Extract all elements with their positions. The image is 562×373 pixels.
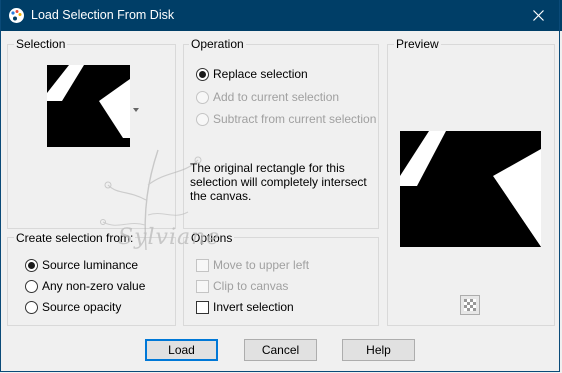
operation-group-label: Operation <box>189 37 246 51</box>
help-button[interactable]: Help <box>342 339 415 361</box>
selection-preview <box>400 131 541 247</box>
replace-selection-label: Replace selection <box>213 67 308 81</box>
radio-indicator <box>196 113 209 126</box>
palette-icon <box>8 7 25 24</box>
close-icon <box>533 10 544 21</box>
preview-group-label: Preview <box>394 37 441 51</box>
any-nonzero-value-label: Any non-zero value <box>42 279 146 293</box>
transparency-toggle-button[interactable] <box>460 295 480 315</box>
load-button[interactable]: Load <box>145 339 218 361</box>
checkbox-box <box>196 259 209 272</box>
selection-group-label: Selection <box>14 37 68 51</box>
radio-indicator <box>25 301 38 314</box>
radio-indicator <box>25 259 38 272</box>
watermark-text: Sylviane <box>118 225 221 250</box>
radio-indicator <box>196 68 209 81</box>
selection-thumbnail[interactable] <box>47 65 130 147</box>
checkerboard-icon <box>464 299 476 311</box>
radio-indicator <box>196 91 209 104</box>
window-title: Load Selection From Disk <box>31 8 175 22</box>
checkbox-box <box>196 301 209 314</box>
source-luminance-label: Source luminance <box>42 258 139 272</box>
invert-selection-label: Invert selection <box>213 300 294 314</box>
intersection-info-text: The original rectangle for this selectio… <box>190 161 367 203</box>
add-to-selection-label: Add to current selection <box>213 90 340 104</box>
source-opacity-label: Source opacity <box>42 300 122 314</box>
move-to-upper-left-label: Move to upper left <box>213 258 310 272</box>
title-bar: Load Selection From Disk <box>0 0 562 31</box>
cancel-button[interactable]: Cancel <box>244 339 317 361</box>
clip-to-canvas-label: Clip to canvas <box>213 279 289 293</box>
radio-indicator <box>25 280 38 293</box>
dropdown-arrow-icon[interactable] <box>133 101 139 115</box>
subtract-selection-label: Subtract from current selection <box>213 112 377 126</box>
close-button[interactable] <box>516 0 562 31</box>
checkbox-box <box>196 280 209 293</box>
